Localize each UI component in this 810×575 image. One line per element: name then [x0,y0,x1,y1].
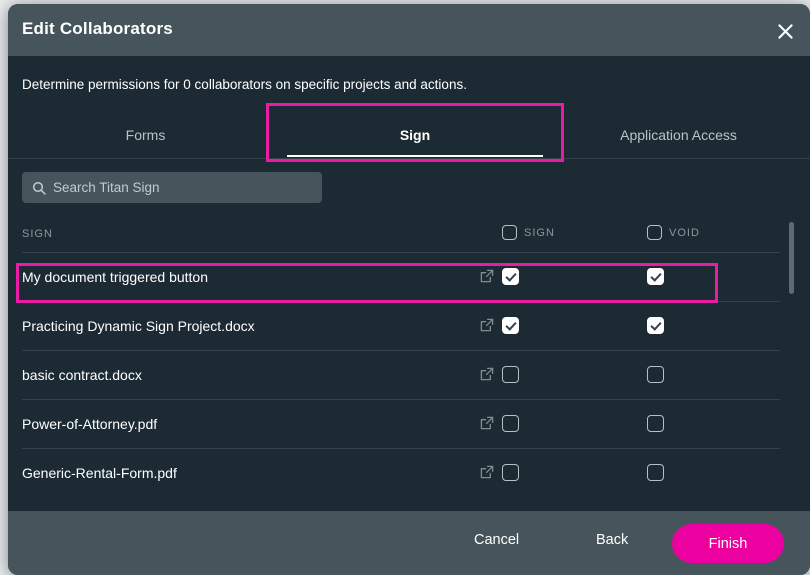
search-input[interactable] [53,180,283,195]
dialog-subtitle: Determine permissions for 0 collaborator… [22,77,467,92]
row-sign-checkbox-cell [502,366,519,383]
select-all-void-checkbox[interactable] [647,225,662,240]
row-void-checkbox-cell [647,317,664,334]
row-void-checkbox[interactable] [647,366,664,383]
row-document-name: My document triggered button [22,269,208,285]
search-box[interactable] [22,172,322,203]
row-document-name: Power-of-Attorney.pdf [22,416,158,432]
external-link-icon[interactable] [480,318,494,337]
tab-bar: Forms Sign Application Access [8,108,810,162]
external-link-icon[interactable] [480,269,494,288]
table-header-row: SIGN SIGN VOID [8,217,810,253]
edit-collaborators-dialog: Edit Collaborators Determine permissions… [8,4,810,575]
row-document-name: Practicing Dynamic Sign Project.docx [22,318,255,334]
row-sign-checkbox[interactable] [502,317,519,334]
table-row[interactable]: Practicing Dynamic Sign Project.docx [8,302,810,351]
cancel-button[interactable]: Cancel [474,532,519,548]
table-scrollbar-track[interactable] [789,217,802,511]
row-void-checkbox[interactable] [647,317,664,334]
row-sign-checkbox-cell [502,415,519,432]
row-sign-checkbox[interactable] [502,415,519,432]
column-header-sign[interactable]: SIGN [502,225,555,240]
row-sign-checkbox[interactable] [502,366,519,383]
table-scrollbar-thumb[interactable] [789,222,794,294]
external-link-icon[interactable] [480,465,494,484]
dialog-header: Edit Collaborators [8,4,810,56]
row-sign-checkbox-cell [502,317,519,334]
row-void-checkbox-cell [647,415,664,432]
row-void-checkbox-cell [647,268,664,285]
close-icon[interactable] [771,17,799,45]
row-sign-checkbox[interactable] [502,464,519,481]
table-row[interactable]: Power-of-Attorney.pdf [8,400,810,449]
column-header-name: SIGN [22,228,53,240]
select-all-sign-checkbox[interactable] [502,225,517,240]
dialog-footer: Cancel Back Finish [8,511,810,575]
table-row[interactable]: My document triggered button [8,253,810,302]
table-row[interactable]: basic contract.docx [8,351,810,400]
tab-sign[interactable]: Sign [269,108,561,162]
tab-application-access-label: Application Access [620,127,737,143]
row-void-checkbox-cell [647,464,664,481]
tab-forms-label: Forms [125,127,166,143]
row-sign-checkbox-cell [502,268,519,285]
row-document-name: Generic-Rental-Form.pdf [22,465,177,481]
tabs-divider [8,158,810,159]
finish-button[interactable]: Finish [672,524,784,563]
tab-active-underline [287,155,543,157]
row-void-checkbox[interactable] [647,415,664,432]
table-row[interactable]: Generic-Rental-Form.pdf [8,449,810,498]
row-void-checkbox[interactable] [647,268,664,285]
row-document-name: basic contract.docx [22,367,142,383]
sign-documents-table: SIGN SIGN VOID My document triggered but… [8,217,810,511]
tab-forms[interactable]: Forms [22,108,269,162]
back-button[interactable]: Back [596,532,628,548]
row-void-checkbox[interactable] [647,464,664,481]
column-header-void[interactable]: VOID [647,225,700,240]
row-sign-checkbox[interactable] [502,268,519,285]
tab-sign-label: Sign [399,127,431,143]
column-header-void-label: VOID [669,226,700,239]
external-link-icon[interactable] [480,416,494,435]
external-link-icon[interactable] [480,367,494,386]
column-header-sign-label: SIGN [524,226,555,239]
dialog-title: Edit Collaborators [22,19,173,38]
row-void-checkbox-cell [647,366,664,383]
row-sign-checkbox-cell [502,464,519,481]
tab-application-access[interactable]: Application Access [561,108,796,162]
search-icon [32,181,46,195]
